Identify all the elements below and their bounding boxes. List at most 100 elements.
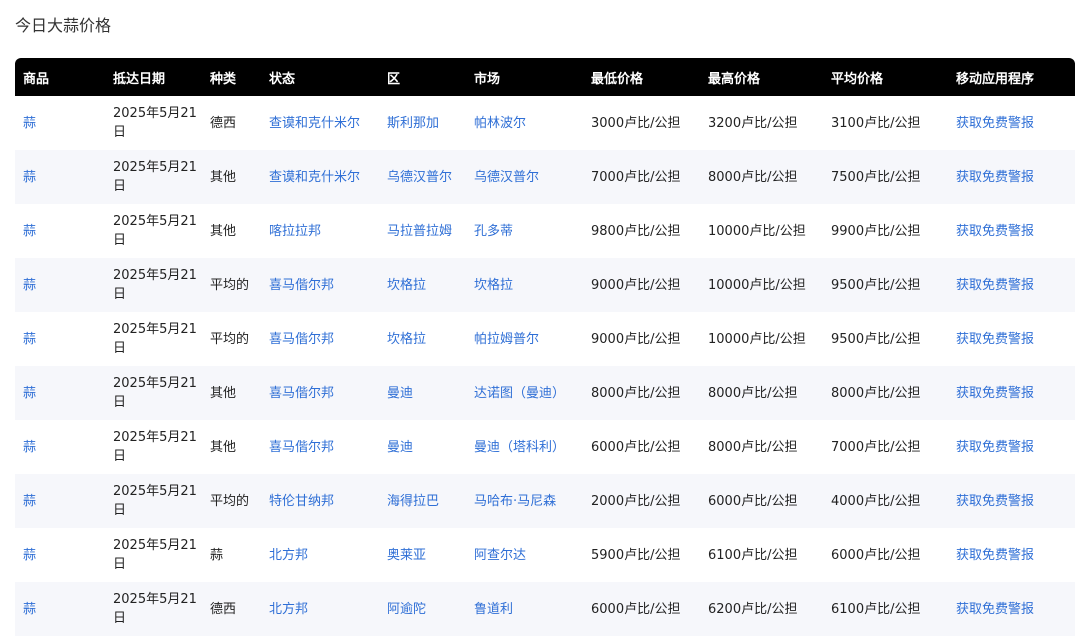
- commodity-link[interactable]: 蒜: [23, 602, 36, 617]
- district-link-cell: 曼迪: [379, 366, 466, 420]
- free-alert-link-cell: 获取免费警报: [948, 474, 1075, 528]
- state-link[interactable]: 北方邦: [269, 548, 308, 563]
- market-link[interactable]: 曼迪（塔科利）: [474, 440, 565, 455]
- min-price-cell: 3000卢比/公担: [583, 96, 700, 150]
- min-price: 5900卢比/公担: [591, 547, 681, 563]
- free-alert-link[interactable]: 获取免费警报: [956, 602, 1034, 617]
- free-alert-link[interactable]: 获取免费警报: [956, 116, 1034, 131]
- free-alert-link[interactable]: 获取免费警报: [956, 440, 1034, 455]
- commodity-link[interactable]: 蒜: [23, 224, 36, 239]
- arrival-date: 2025年5月21日: [113, 268, 197, 302]
- table-row: 蒜 2025年5月21日蒜北方邦 奥莱亚 阿查尔达 5900卢比/公担 6100卢比/公担…: [15, 528, 1075, 582]
- free-alert-link[interactable]: 获取免费警报: [956, 224, 1034, 239]
- commodity-link-cell: 蒜: [15, 528, 105, 582]
- district-link[interactable]: 斯利那加: [387, 116, 439, 131]
- free-alert-link-cell: 获取免费警报: [948, 366, 1075, 420]
- free-alert-link-cell: 获取免费警报: [948, 150, 1075, 204]
- district-link[interactable]: 乌德汉普尔: [387, 170, 452, 185]
- variety-cell: 其他: [202, 204, 261, 258]
- commodity-link[interactable]: 蒜: [23, 386, 36, 401]
- min-price: 9000卢比/公担: [591, 277, 681, 293]
- state-link[interactable]: 查谟和克什米尔: [269, 116, 360, 131]
- district-link[interactable]: 马拉普拉姆: [387, 224, 452, 239]
- variety: 其他: [210, 223, 237, 239]
- district-link[interactable]: 坎格拉: [387, 332, 426, 347]
- state-link-cell: 北方邦: [261, 528, 379, 582]
- commodity-link[interactable]: 蒜: [23, 548, 36, 563]
- state-link[interactable]: 查谟和克什米尔: [269, 170, 360, 185]
- arrival-date-cell: 2025年5月21日: [105, 366, 202, 420]
- state-link[interactable]: 喜马偕尔邦: [269, 278, 334, 293]
- market-link[interactable]: 帕林波尔: [474, 116, 526, 131]
- commodity-link-cell: 蒜: [15, 258, 105, 312]
- header-state: 状态: [269, 71, 296, 87]
- variety: 其他: [210, 385, 237, 401]
- market-link[interactable]: 鲁道利: [474, 602, 513, 617]
- header-variety: 种类: [210, 71, 237, 87]
- commodity-link[interactable]: 蒜: [23, 278, 36, 293]
- commodity-link[interactable]: 蒜: [23, 440, 36, 455]
- market-link[interactable]: 乌德汉普尔: [474, 170, 539, 185]
- free-alert-link[interactable]: 获取免费警报: [956, 170, 1034, 185]
- variety: 其他: [210, 169, 237, 185]
- state-link[interactable]: 特伦甘纳邦: [269, 494, 334, 509]
- state-link-cell: 喜马偕尔邦: [261, 258, 379, 312]
- free-alert-link[interactable]: 获取免费警报: [956, 548, 1034, 563]
- state-link[interactable]: 喜马偕尔邦: [269, 332, 334, 347]
- commodity-link[interactable]: 蒜: [23, 170, 36, 185]
- state-link[interactable]: 喜马偕尔邦: [269, 440, 334, 455]
- district-link-cell: 乌德汉普尔: [379, 150, 466, 204]
- state-link[interactable]: 北方邦: [269, 602, 308, 617]
- commodity-link[interactable]: 蒜: [23, 116, 36, 131]
- free-alert-link[interactable]: 获取免费警报: [956, 386, 1034, 401]
- table-row: 蒜 2025年5月21日 其他 喜马偕尔邦 曼迪 达诺图（曼迪） 8000卢比/公担 8000…: [15, 366, 1075, 420]
- max-price: 10000卢比/公担: [708, 277, 806, 293]
- market-link[interactable]: 马哈布·马尼森: [474, 494, 556, 509]
- district-link-cell: 斯利那加: [379, 96, 466, 150]
- page-title: 今日大蒜价格: [15, 16, 112, 35]
- market-link[interactable]: 阿查尔达: [474, 548, 526, 563]
- header-district: 区: [387, 71, 401, 87]
- arrival-date-cell: 2025年5月21日: [105, 96, 202, 150]
- district-link[interactable]: 曼迪: [387, 386, 413, 401]
- market-link-cell: 鲁道利: [466, 582, 583, 636]
- arrival-date-cell: 2025年5月21日: [105, 528, 202, 582]
- commodity-link[interactable]: 蒜: [23, 332, 36, 347]
- district-link[interactable]: 阿逾陀: [387, 602, 426, 617]
- avg-price-cell: 7000卢比/公担: [823, 420, 948, 474]
- free-alert-link-cell: 获取免费警报: [948, 420, 1075, 474]
- state-link-cell: 喀拉拉邦: [261, 204, 379, 258]
- state-link[interactable]: 喀拉拉邦: [269, 224, 321, 239]
- variety-cell: 平均的: [202, 258, 261, 312]
- district-link[interactable]: 曼迪: [387, 440, 413, 455]
- market-link-cell: 阿查尔达: [466, 528, 583, 582]
- free-alert-link[interactable]: 获取免费警报: [956, 278, 1034, 293]
- variety: 平均的: [210, 331, 250, 347]
- market-link-cell: 孔多蒂: [466, 204, 583, 258]
- min-price: 6000卢比/公担: [591, 439, 681, 455]
- market-link[interactable]: 孔多蒂: [474, 224, 513, 239]
- avg-price-cell: 6100卢比/公担: [823, 582, 948, 636]
- district-link[interactable]: 奥莱亚: [387, 548, 426, 563]
- free-alert-link[interactable]: 获取免费警报: [956, 494, 1034, 509]
- commodity-link-cell: 蒜: [15, 96, 105, 150]
- district-link[interactable]: 坎格拉: [387, 278, 426, 293]
- max-price: 6000卢比/公担: [708, 493, 798, 509]
- state-link[interactable]: 喜马偕尔邦: [269, 386, 334, 401]
- market-link[interactable]: 达诺图（曼迪）: [474, 386, 565, 401]
- free-alert-link[interactable]: 获取免费警报: [956, 332, 1034, 347]
- market-link[interactable]: 帕拉姆普尔: [474, 332, 539, 347]
- market-link[interactable]: 坎格拉: [474, 278, 513, 293]
- page: 今日大蒜价格 商品 抵达日期 种类 状态 区 市场 最低价格 最高价格 平均价格…: [0, 0, 1080, 639]
- arrival-date-cell: 2025年5月21日: [105, 582, 202, 636]
- header-row: 商品 抵达日期 种类 状态 区 市场 最低价格 最高价格 平均价格 移动应用程序: [15, 58, 1075, 96]
- max-price: 6100卢比/公担: [708, 547, 798, 563]
- avg-price: 4000卢比/公担: [831, 493, 921, 509]
- arrival-date-cell: 2025年5月21日: [105, 474, 202, 528]
- min-price-cell: 6000卢比/公担: [583, 582, 700, 636]
- avg-price-cell: 6000卢比/公担: [823, 528, 948, 582]
- arrival-date: 2025年5月21日: [113, 484, 197, 518]
- min-price: 9000卢比/公担: [591, 331, 681, 347]
- commodity-link[interactable]: 蒜: [23, 494, 36, 509]
- district-link[interactable]: 海得拉巴: [387, 494, 439, 509]
